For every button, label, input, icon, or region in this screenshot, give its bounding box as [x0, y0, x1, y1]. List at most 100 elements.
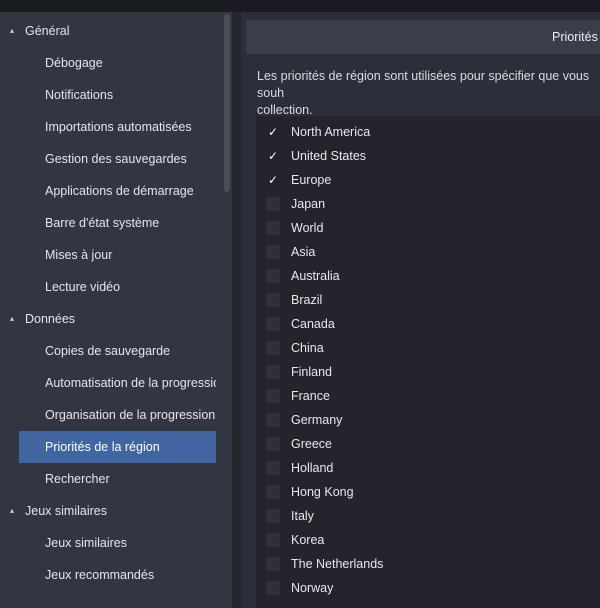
checkbox-unchecked[interactable]	[266, 509, 280, 523]
sidebar-label: Général	[25, 24, 70, 38]
region-label: Hong Kong	[291, 485, 354, 499]
region-item-france[interactable]: France	[256, 384, 600, 408]
region-item-korea[interactable]: Korea	[256, 528, 600, 552]
panel-title: Priorités d	[552, 30, 600, 44]
expand-arrow-icon[interactable]: ▴	[10, 303, 14, 335]
sidebar-label: Organisation de la progression de	[45, 408, 216, 422]
sidebar-label: Automatisation de la progression	[45, 376, 216, 390]
region-priority-list: ✓ North America ✓ United States ✓ Europe Japan…	[256, 116, 600, 608]
checkmark-icon: ✓	[267, 149, 279, 163]
checkbox-unchecked[interactable]	[266, 461, 280, 475]
sidebar-item-importations-automatisees[interactable]: Importations automatisées	[19, 111, 216, 143]
checkbox-unchecked[interactable]	[266, 437, 280, 451]
sidebar-item-applications-de-demarrage[interactable]: Applications de démarrage	[19, 175, 216, 207]
checkbox-checked[interactable]: ✓	[266, 173, 280, 187]
region-item-greece[interactable]: Greece	[256, 432, 600, 456]
checkbox-unchecked[interactable]	[266, 581, 280, 595]
region-label: Japan	[291, 197, 326, 211]
sidebar-item-mises-a-jour[interactable]: Mises à jour	[19, 239, 216, 271]
region-label: Greece	[291, 437, 332, 451]
region-label: Italy	[291, 509, 314, 523]
region-item-united-states[interactable]: ✓ United States	[256, 144, 600, 168]
sidebar-item-jeux-similaires[interactable]: Jeux similaires	[19, 527, 216, 559]
region-label: North America	[291, 125, 371, 139]
region-item-japan[interactable]: Japan	[256, 192, 600, 216]
sidebar-item-copies-de-sauvegarde[interactable]: Copies de sauvegarde	[19, 335, 216, 367]
checkbox-unchecked[interactable]	[266, 197, 280, 211]
panel-header: Priorités d	[246, 20, 600, 54]
region-label: Asia	[291, 245, 316, 259]
region-label: Finland	[291, 365, 332, 379]
region-item-australia[interactable]: Australia	[256, 264, 600, 288]
checkbox-unchecked[interactable]	[266, 365, 280, 379]
sidebar-item-rechercher[interactable]: Rechercher	[19, 463, 216, 495]
sidebar-label: Copies de sauvegarde	[45, 344, 171, 358]
sidebar-label: Données	[25, 312, 76, 326]
sidebar-label: Applications de démarrage	[45, 184, 194, 198]
checkbox-checked[interactable]: ✓	[266, 125, 280, 139]
checkbox-unchecked[interactable]	[266, 389, 280, 403]
region-item-brazil[interactable]: Brazil	[256, 288, 600, 312]
region-label: France	[291, 389, 330, 403]
checkbox-unchecked[interactable]	[266, 485, 280, 499]
sidebar-category-general[interactable]: ▴ Général	[0, 15, 220, 47]
pane-splitter[interactable]	[232, 12, 241, 608]
region-item-finland[interactable]: Finland	[256, 360, 600, 384]
checkbox-unchecked[interactable]	[266, 557, 280, 571]
checkbox-unchecked[interactable]	[266, 533, 280, 547]
region-item-north-america[interactable]: ✓ North America	[256, 120, 600, 144]
region-item-the-netherlands[interactable]: The Netherlands	[256, 552, 600, 576]
sidebar-item-barre-d-etat-systeme[interactable]: Barre d'état système	[19, 207, 216, 239]
region-label: The Netherlands	[291, 557, 384, 571]
sidebar-label: Mises à jour	[45, 248, 113, 262]
region-label: China	[291, 341, 324, 355]
sidebar-label: Jeux recommandés	[45, 568, 155, 582]
region-label: Holland	[291, 461, 334, 475]
region-item-germany[interactable]: Germany	[256, 408, 600, 432]
sidebar-label: Importations automatisées	[45, 120, 192, 134]
panel-description: Les priorités de région sont utilisées p…	[257, 69, 590, 117]
region-label: Brazil	[291, 293, 323, 307]
sidebar-item-lecture-video[interactable]: Lecture vidéo	[19, 271, 216, 303]
sidebar-category-jeux-similaires[interactable]: ▴ Jeux similaires	[0, 495, 220, 527]
region-item-italy[interactable]: Italy	[256, 504, 600, 528]
region-label: Korea	[291, 533, 325, 547]
sidebar-item-jeux-recommandes[interactable]: Jeux recommandés	[19, 559, 216, 591]
region-item-asia[interactable]: Asia	[256, 240, 600, 264]
region-item-europe[interactable]: ✓ Europe	[256, 168, 600, 192]
settings-sidebar: ▴ Général Débogage Notifications Importation…	[0, 12, 232, 608]
region-item-holland[interactable]: Holland	[256, 456, 600, 480]
expand-arrow-icon[interactable]: ▴	[10, 15, 14, 47]
sidebar-label: Barre d'état système	[45, 216, 160, 230]
sidebar-item-priorites-de-la-region[interactable]: Priorités de la région	[19, 431, 216, 463]
main-panel: Priorités d Les priorités de région sont…	[241, 12, 600, 608]
sidebar-category-donnees[interactable]: ▴ Données	[0, 303, 220, 335]
region-item-world[interactable]: World	[256, 216, 600, 240]
region-item-hong-kong[interactable]: Hong Kong	[256, 480, 600, 504]
region-label: Norway	[291, 581, 334, 595]
checkmark-icon: ✓	[267, 125, 279, 139]
region-item-norway[interactable]: Norway	[256, 576, 600, 600]
region-item-china[interactable]: China	[256, 336, 600, 360]
sidebar-label: Jeux similaires	[25, 504, 107, 518]
sidebar-item-debogage[interactable]: Débogage	[19, 47, 216, 79]
region-label: Australia	[291, 269, 340, 283]
checkbox-unchecked[interactable]	[266, 293, 280, 307]
sidebar-item-automatisation-de-la-progression[interactable]: Automatisation de la progression	[19, 367, 216, 399]
checkbox-unchecked[interactable]	[266, 317, 280, 331]
sidebar-label: Débogage	[45, 56, 103, 70]
checkbox-unchecked[interactable]	[266, 413, 280, 427]
checkbox-unchecked[interactable]	[266, 341, 280, 355]
checkbox-unchecked[interactable]	[266, 245, 280, 259]
sidebar-item-gestion-des-sauvegardes[interactable]: Gestion des sauvegardes	[19, 143, 216, 175]
region-item-canada[interactable]: Canada	[256, 312, 600, 336]
sidebar-scrollbar[interactable]	[224, 14, 230, 192]
sidebar-label: Rechercher	[45, 472, 110, 486]
checkbox-unchecked[interactable]	[266, 221, 280, 235]
sidebar-item-notifications[interactable]: Notifications	[19, 79, 216, 111]
expand-arrow-icon[interactable]: ▴	[10, 495, 14, 527]
window-top-bar	[0, 0, 600, 12]
checkbox-unchecked[interactable]	[266, 269, 280, 283]
sidebar-item-organisation-de-la-progression-de[interactable]: Organisation de la progression de	[19, 399, 216, 431]
checkbox-checked[interactable]: ✓	[266, 149, 280, 163]
